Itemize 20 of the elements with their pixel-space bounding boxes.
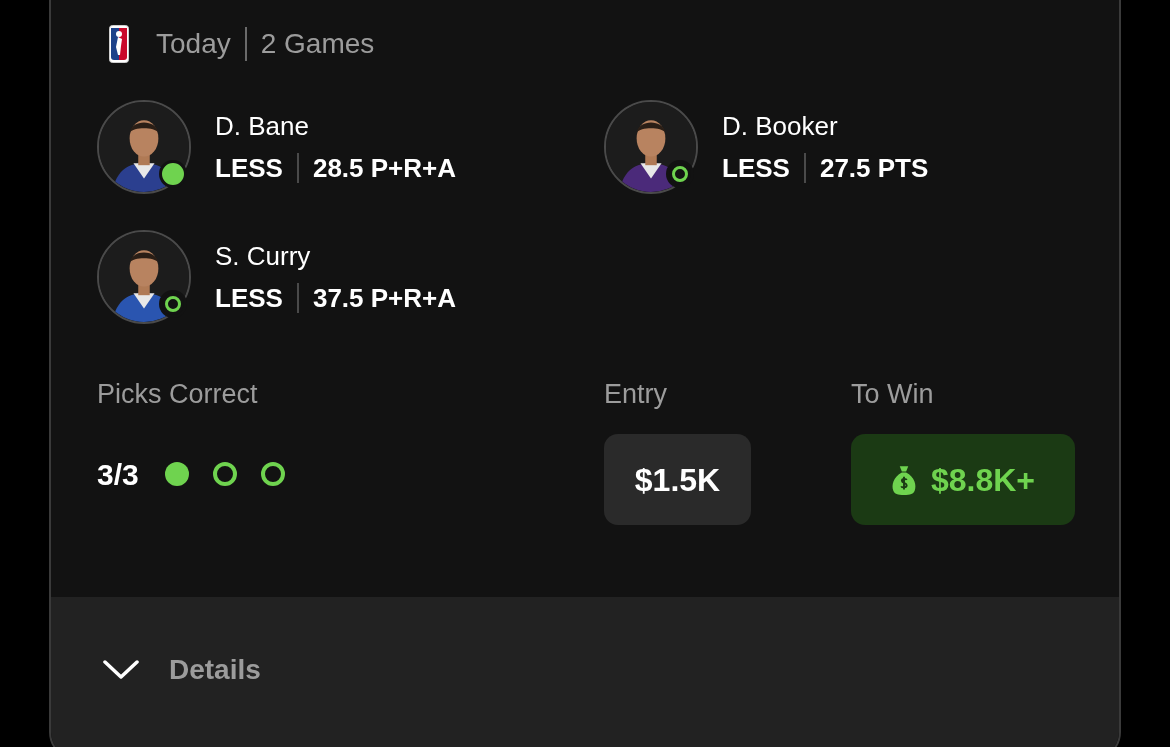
player-name: D. Booker: [722, 110, 839, 142]
picks-correct-value: 3/3: [97, 456, 139, 493]
picks-correct-label: Picks Correct: [97, 378, 259, 411]
basketball-logo-icon: [109, 25, 129, 63]
date-label: Today: [156, 27, 231, 61]
money-bag-icon: [890, 463, 917, 496]
entry-label: Entry: [604, 378, 669, 411]
pick-direction: LESS: [215, 152, 283, 184]
player-name: S. Curry: [215, 240, 312, 272]
stat-line: 27.5 PTS: [819, 152, 929, 184]
games-count: 2 Games: [260, 27, 375, 61]
pick-direction: LESS: [215, 282, 283, 314]
to-win-label: To Win: [851, 378, 935, 411]
player-name: D. Bane: [215, 110, 310, 142]
pick-direction: LESS: [722, 152, 790, 184]
details-toggle[interactable]: Details: [103, 649, 261, 691]
entry-amount: $1.5K: [604, 434, 751, 525]
stat-line: 28.5 P+R+A: [312, 152, 456, 184]
to-win-amount: $8.8K+: [930, 460, 1036, 500]
stat-line: 37.5 P+R+A: [312, 282, 456, 314]
